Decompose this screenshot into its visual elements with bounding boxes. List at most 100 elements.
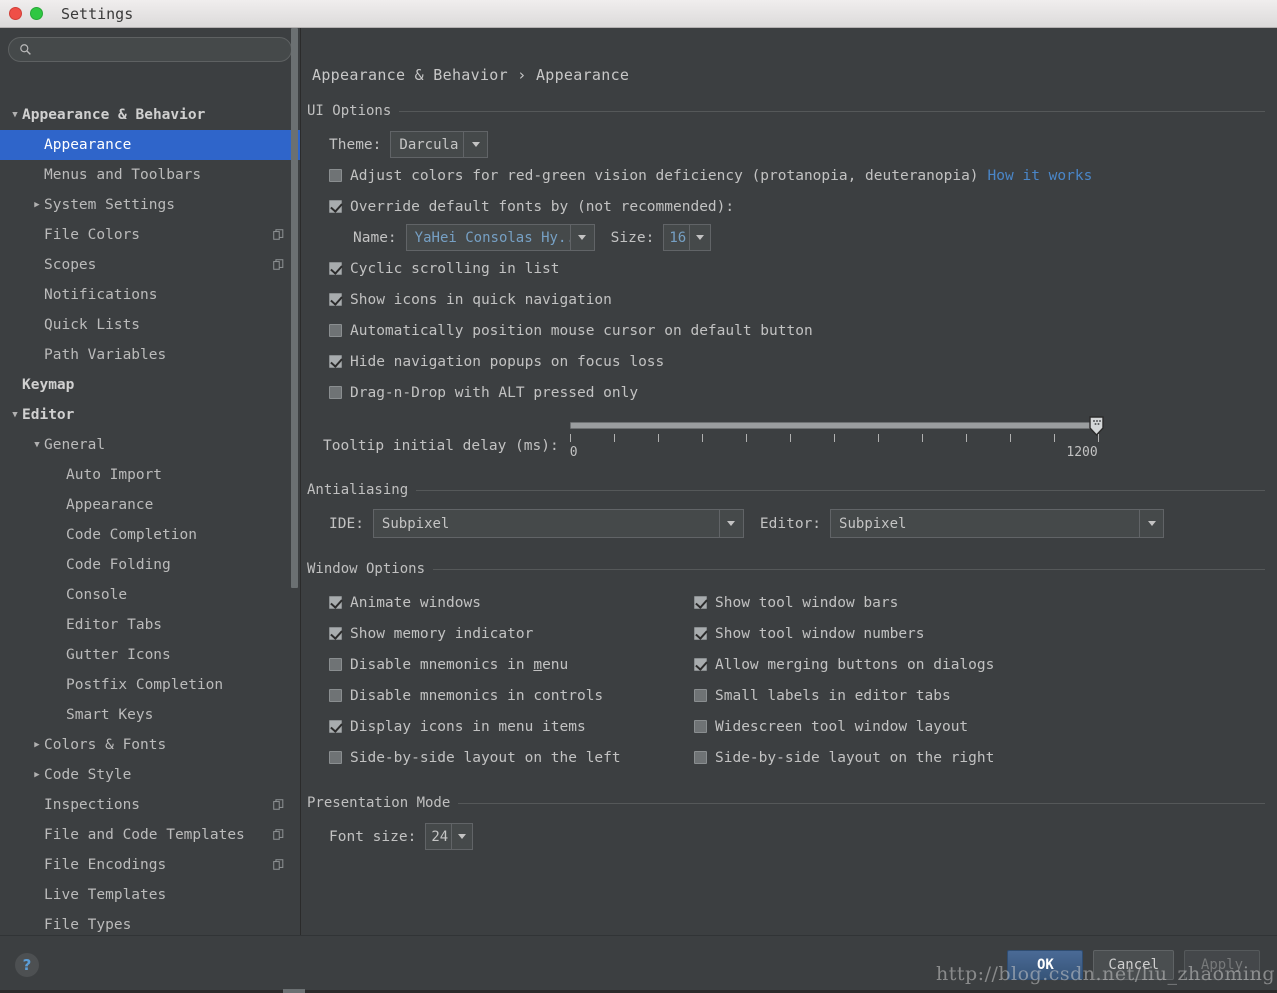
- sidebar-item-gutter-icons[interactable]: Gutter Icons: [0, 640, 300, 670]
- font-size-select[interactable]: 16: [663, 224, 711, 251]
- sidebar-item-live-templates[interactable]: Live Templates: [0, 880, 300, 910]
- checkbox[interactable]: [694, 658, 707, 671]
- checkbox-row-show-tool-window-bars[interactable]: Show tool window bars: [694, 587, 1067, 618]
- sidebar-item-postfix-completion[interactable]: Postfix Completion: [0, 670, 300, 700]
- checkbox-row-display-icons-in-menu-items[interactable]: Display icons in menu items: [329, 711, 684, 742]
- checkbox[interactable]: [694, 751, 707, 764]
- sidebar-item-colors-fonts[interactable]: ▶Colors & Fonts: [0, 730, 300, 760]
- copy-settings-icon[interactable]: [273, 799, 284, 810]
- checkbox[interactable]: [329, 751, 342, 764]
- editor-dropdown-arrow[interactable]: [1139, 510, 1163, 537]
- override-fonts-checkbox[interactable]: [329, 200, 342, 213]
- checkbox[interactable]: [329, 262, 342, 275]
- override-fonts-row[interactable]: Override default fonts by (not recommend…: [301, 191, 1277, 222]
- sidebar-item-scopes[interactable]: Scopes: [0, 250, 300, 280]
- checkbox-row-cyclic-scrolling-in-list[interactable]: Cyclic scrolling in list: [301, 253, 1277, 284]
- presentation-font-size-arrow[interactable]: [451, 824, 472, 849]
- checkbox[interactable]: [694, 596, 707, 609]
- sidebar-item-appearance[interactable]: Appearance: [0, 490, 300, 520]
- sidebar-item-editor[interactable]: ▼Editor: [0, 400, 300, 430]
- sidebar-item-smart-keys[interactable]: Smart Keys: [0, 700, 300, 730]
- checkbox-row-animate-windows[interactable]: Animate windows: [329, 587, 684, 618]
- sidebar-item-editor-tabs[interactable]: Editor Tabs: [0, 610, 300, 640]
- chevron-down-icon[interactable]: ▼: [30, 441, 44, 450]
- checkbox-row-side-by-side-layout-on-the-right[interactable]: Side-by-side layout on the right: [694, 742, 1067, 773]
- search-input[interactable]: [38, 43, 281, 57]
- checkbox[interactable]: [329, 627, 342, 640]
- chevron-right-icon[interactable]: ▶: [30, 741, 44, 750]
- sidebar-item-keymap[interactable]: Keymap: [0, 370, 300, 400]
- sidebar-item-notifications[interactable]: Notifications: [0, 280, 300, 310]
- copy-settings-icon[interactable]: [273, 829, 284, 840]
- chevron-down-icon[interactable]: ▼: [8, 411, 22, 420]
- ide-dropdown-arrow[interactable]: [719, 510, 743, 537]
- copy-settings-icon[interactable]: [273, 859, 284, 870]
- sidebar-item-menus-and-toolbars[interactable]: Menus and Toolbars: [0, 160, 300, 190]
- ide-antialiasing-select[interactable]: Subpixel: [373, 509, 744, 538]
- slider-thumb[interactable]: [1089, 416, 1104, 436]
- sidebar-item-auto-import[interactable]: Auto Import: [0, 460, 300, 490]
- checkbox[interactable]: [329, 324, 342, 337]
- checkbox[interactable]: [694, 627, 707, 640]
- checkbox-row-disable-mnemonics-in-menu[interactable]: Disable mnemonics in menu: [329, 649, 684, 680]
- checkbox-row-hide-navigation-popups-on-focus-loss[interactable]: Hide navigation popups on focus loss: [301, 346, 1277, 377]
- checkbox-row-show-icons-in-quick-navigation[interactable]: Show icons in quick navigation: [301, 284, 1277, 315]
- checkbox[interactable]: [329, 355, 342, 368]
- tooltip-delay-slider[interactable]: 0 1200: [570, 414, 1098, 460]
- adjust-colors-row[interactable]: Adjust colors for red-green vision defic…: [301, 160, 1277, 191]
- checkbox-row-drag-n-drop-with-alt-pressed-only[interactable]: Drag-n-Drop with ALT pressed only: [301, 377, 1277, 408]
- sidebar-item-path-variables[interactable]: Path Variables: [0, 340, 300, 370]
- checkbox[interactable]: [329, 658, 342, 671]
- sidebar-item-file-colors[interactable]: File Colors: [0, 220, 300, 250]
- adjust-colors-checkbox[interactable]: [329, 169, 342, 182]
- checkbox-row-show-memory-indicator[interactable]: Show memory indicator: [329, 618, 684, 649]
- theme-dropdown-arrow[interactable]: [463, 132, 487, 157]
- checkbox[interactable]: [329, 689, 342, 702]
- checkbox-row-allow-merging-buttons-on-dialogs[interactable]: Allow merging buttons on dialogs: [694, 649, 1067, 680]
- help-button[interactable]: ?: [15, 953, 39, 977]
- copy-settings-icon[interactable]: [273, 259, 284, 270]
- maximize-window-button[interactable]: [30, 7, 43, 20]
- sidebar-item-console[interactable]: Console: [0, 580, 300, 610]
- window-resize-nub[interactable]: [283, 989, 305, 993]
- chevron-right-icon[interactable]: ▶: [30, 201, 44, 210]
- font-size-dropdown-arrow[interactable]: [689, 225, 710, 250]
- checkbox[interactable]: [694, 720, 707, 733]
- sidebar-item-code-style[interactable]: ▶Code Style: [0, 760, 300, 790]
- slider-track[interactable]: [570, 422, 1098, 429]
- checkbox[interactable]: [329, 293, 342, 306]
- checkbox-row-disable-mnemonics-in-controls[interactable]: Disable mnemonics in controls: [329, 680, 684, 711]
- sidebar-item-appearance-behavior[interactable]: ▼Appearance & Behavior: [0, 100, 300, 130]
- checkbox-row-side-by-side-layout-on-the-left[interactable]: Side-by-side layout on the left: [329, 742, 684, 773]
- cancel-button[interactable]: Cancel: [1093, 950, 1174, 980]
- editor-antialiasing-select[interactable]: Subpixel: [830, 509, 1164, 538]
- font-name-dropdown-arrow[interactable]: [570, 225, 594, 250]
- theme-select[interactable]: Darcula: [390, 131, 488, 158]
- sidebar-item-code-completion[interactable]: Code Completion: [0, 520, 300, 550]
- checkbox-row-small-labels-in-editor-tabs[interactable]: Small labels in editor tabs: [694, 680, 1067, 711]
- checkbox[interactable]: [694, 689, 707, 702]
- font-name-select[interactable]: YaHei Consolas Hy...: [406, 224, 595, 251]
- checkbox-row-show-tool-window-numbers[interactable]: Show tool window numbers: [694, 618, 1067, 649]
- sidebar-item-file-and-code-templates[interactable]: File and Code Templates: [0, 820, 300, 850]
- sidebar-item-inspections[interactable]: Inspections: [0, 790, 300, 820]
- sidebar-item-code-folding[interactable]: Code Folding: [0, 550, 300, 580]
- sidebar-item-general[interactable]: ▼General: [0, 430, 300, 460]
- sidebar-item-system-settings[interactable]: ▶System Settings: [0, 190, 300, 220]
- checkbox-row-automatically-position-mouse-cursor-on-default-button[interactable]: Automatically position mouse cursor on d…: [301, 315, 1277, 346]
- checkbox[interactable]: [329, 720, 342, 733]
- apply-button[interactable]: Apply: [1184, 950, 1260, 980]
- checkbox-row-widescreen-tool-window-layout[interactable]: Widescreen tool window layout: [694, 711, 1067, 742]
- copy-settings-icon[interactable]: [273, 229, 284, 240]
- checkbox[interactable]: [329, 596, 342, 609]
- checkbox[interactable]: [329, 386, 342, 399]
- how-it-works-link[interactable]: How it works: [988, 168, 1093, 184]
- sidebar-scrollbar-thumb[interactable]: [291, 28, 298, 588]
- presentation-font-size-select[interactable]: 24: [425, 823, 473, 850]
- sidebar-item-file-encodings[interactable]: File Encodings: [0, 850, 300, 880]
- close-window-button[interactable]: [9, 7, 22, 20]
- settings-tree[interactable]: ▼Appearance & BehaviorAppearanceMenus an…: [0, 100, 300, 963]
- ok-button[interactable]: OK: [1007, 950, 1083, 980]
- sidebar-item-quick-lists[interactable]: Quick Lists: [0, 310, 300, 340]
- sidebar-item-appearance[interactable]: Appearance: [0, 130, 300, 160]
